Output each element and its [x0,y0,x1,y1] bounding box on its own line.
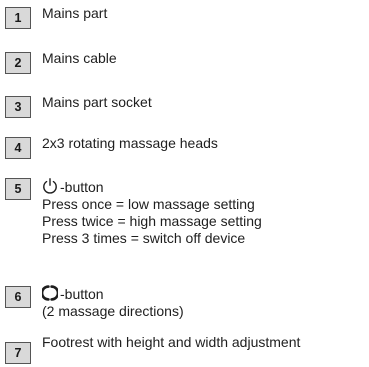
item-number-badge: 4 [5,137,31,159]
item-number-badge: 7 [5,342,31,364]
item-number-badge: 2 [5,52,31,74]
item-label: Mains part socket [42,94,152,110]
item-label: 2x3 rotating massage heads [42,135,218,151]
item-label: Mains cable [42,50,117,66]
power-icon [42,178,58,194]
item-detail-line: Press once = low massage setting [42,196,255,212]
item-title: -button [60,286,104,302]
item-label: Footrest with height and width adjustmen… [42,334,301,350]
item-number-badge: 1 [5,7,31,29]
item-number-badge: 5 [5,178,31,200]
item-detail-line: Press 3 times = switch off device [42,230,246,246]
rotation-direction-icon [42,285,58,301]
item-title: -button [60,179,104,195]
item-detail-line: (2 massage directions) [42,303,184,319]
item-label: Mains part [42,5,108,21]
item-detail-line: Press twice = high massage setting [42,213,262,229]
item-number-badge: 6 [5,286,31,308]
item-number-badge: 3 [5,96,31,118]
